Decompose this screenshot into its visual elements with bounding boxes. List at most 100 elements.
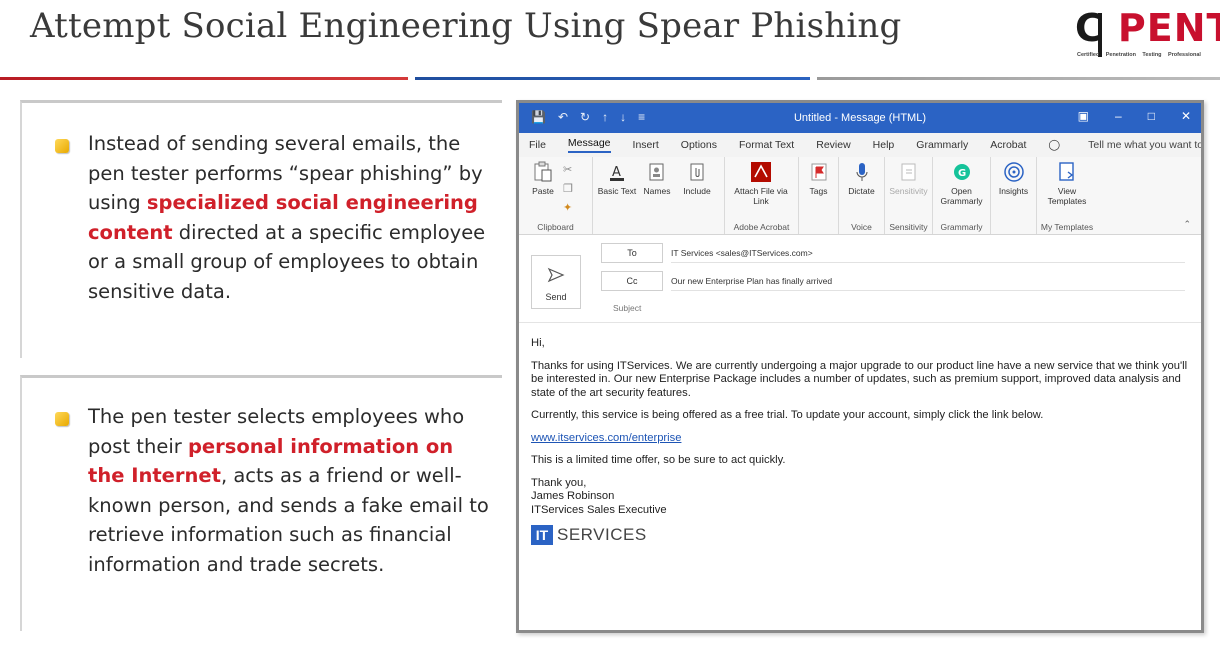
tab-grammarly[interactable]: Grammarly bbox=[916, 139, 968, 151]
paste-icon bbox=[532, 161, 554, 183]
collapse-ribbon-icon[interactable]: ⌃ bbox=[1183, 219, 1191, 230]
paperclip-icon bbox=[686, 161, 708, 183]
to-field[interactable]: IT Services <sales@ITServices.com> bbox=[671, 243, 1185, 263]
ribbon-group-text: A Basic Text Names Include bbox=[593, 157, 725, 234]
bullet-square-icon bbox=[55, 139, 69, 153]
ribbon-group-insights: Insights bbox=[991, 157, 1037, 234]
svg-text:A: A bbox=[612, 165, 621, 180]
signature-name: James Robinson bbox=[531, 490, 615, 502]
font-color-icon: A bbox=[606, 161, 628, 183]
send-label: Send bbox=[545, 292, 567, 302]
logo-sub-word: Professional bbox=[1167, 52, 1201, 58]
close-icon[interactable]: ✕ bbox=[1181, 109, 1191, 123]
attach-file-label: Attach File via Link bbox=[734, 186, 788, 206]
tell-me-search[interactable]: Tell me what you want to bbox=[1088, 139, 1201, 151]
ribbon: Paste ✂ ❐ ✦ Clipboard A Basic Text Names bbox=[519, 157, 1201, 235]
basic-text-button[interactable]: A Basic Text bbox=[597, 161, 637, 234]
lightbulb-icon: ◯ bbox=[1048, 139, 1061, 151]
address-book-icon bbox=[646, 161, 668, 183]
view-templates-label: View Templates bbox=[1047, 186, 1087, 206]
bullet-square-icon bbox=[55, 412, 69, 426]
logo-letters-pent: PENT bbox=[1117, 6, 1220, 50]
insights-label: Insights bbox=[998, 186, 1029, 196]
maximize-icon[interactable]: □ bbox=[1148, 109, 1155, 123]
ribbon-group-my-templates: View Templates My Templates bbox=[1037, 157, 1097, 234]
tags-label: Tags bbox=[809, 186, 828, 196]
open-grammarly-label: Open Grammarly bbox=[940, 186, 983, 206]
tab-file[interactable]: File bbox=[529, 139, 546, 151]
copy-icon[interactable]: ❐ bbox=[563, 182, 573, 195]
bullet-box-2: The pen tester selects employees who pos… bbox=[20, 375, 502, 631]
email-paragraph-3: This is a limited time offer, so be sure… bbox=[531, 454, 786, 466]
ribbon-group-adobe-acrobat: Attach File via Link Adobe Acrobat bbox=[725, 157, 799, 234]
logo-it-box: IT bbox=[531, 525, 553, 545]
grammarly-icon: G bbox=[951, 161, 973, 183]
acrobat-icon bbox=[750, 161, 772, 183]
tab-options[interactable]: Options bbox=[681, 139, 717, 151]
dictate-label: Dictate bbox=[848, 186, 875, 196]
sensitivity-button-label: Sensitivity bbox=[889, 186, 928, 196]
cut-icon[interactable]: ✂ bbox=[563, 163, 573, 176]
email-paragraph-1: Thanks for using ITServices. We are curr… bbox=[531, 359, 1188, 399]
microphone-icon bbox=[851, 161, 873, 183]
ribbon-tabs: File Message Insert Options Format Text … bbox=[519, 133, 1201, 157]
include-button[interactable]: Include bbox=[677, 161, 717, 234]
logo-sub-word: Certified bbox=[1077, 52, 1100, 58]
svg-text:G: G bbox=[958, 168, 966, 179]
itservices-logo: IT SERVICES bbox=[531, 525, 1201, 545]
tab-message[interactable]: Message bbox=[567, 137, 611, 153]
header-rule-gray bbox=[817, 77, 1220, 80]
paste-label: Paste bbox=[532, 186, 554, 196]
header-rule-red bbox=[0, 77, 408, 80]
email-greeting: Hi, bbox=[531, 337, 545, 349]
bullet-box-1: Instead of sending several emails, the p… bbox=[20, 100, 502, 358]
names-button[interactable]: Names bbox=[637, 161, 677, 234]
minimize-icon[interactable]: – bbox=[1115, 109, 1122, 123]
email-body[interactable]: Hi, Thanks for using ITServices. We are … bbox=[519, 323, 1201, 545]
group-label-grammarly: Grammarly bbox=[940, 222, 983, 232]
signature-thanks: Thank you, bbox=[531, 476, 587, 489]
tab-acrobat[interactable]: Acrobat bbox=[990, 139, 1026, 151]
format-painter-icon[interactable]: ✦ bbox=[563, 201, 573, 214]
group-label-sensitivity: Sensitivity bbox=[889, 222, 928, 232]
tab-format-text[interactable]: Format Text bbox=[739, 139, 794, 151]
tab-help[interactable]: Help bbox=[873, 139, 895, 151]
email-signature: Thank you, James Robinson ITServices Sal… bbox=[531, 477, 1201, 518]
flag-icon bbox=[808, 161, 830, 183]
sensitivity-icon bbox=[898, 161, 920, 183]
send-button[interactable]: Send bbox=[531, 255, 581, 309]
group-label-clipboard: Clipboard bbox=[537, 222, 574, 232]
ribbon-group-grammarly: G Open Grammarly Grammarly bbox=[933, 157, 991, 234]
tab-review[interactable]: Review bbox=[816, 139, 850, 151]
cpent-logo: CPENT Certified Penetration Testing Prof… bbox=[1075, 4, 1220, 66]
compose-header: Send To IT Services <sales@ITServices.co… bbox=[519, 235, 1201, 323]
ribbon-display-icon[interactable]: ▣ bbox=[1078, 109, 1089, 123]
window-titlebar: 💾 ↶ ↻ ↑ ↓ ≡ Untitled - Message (HTML) ▣ … bbox=[519, 103, 1201, 133]
insights-button[interactable]: Insights bbox=[995, 161, 1032, 234]
group-label-voice: Voice bbox=[851, 222, 872, 232]
ribbon-group-voice: Dictate Voice bbox=[839, 157, 885, 234]
names-label: Names bbox=[643, 186, 671, 196]
to-button[interactable]: To bbox=[601, 243, 663, 263]
tab-insert[interactable]: Insert bbox=[633, 139, 659, 151]
slide-title: Attempt Social Engineering Using Spear P… bbox=[30, 6, 902, 46]
include-label: Include bbox=[683, 186, 711, 196]
logo-sub-word: Penetration bbox=[1105, 52, 1136, 58]
enterprise-link[interactable]: www.itservices.com/enterprise bbox=[531, 432, 681, 444]
ribbon-group-tags: Tags bbox=[799, 157, 839, 234]
signature-role: ITServices Sales Executive bbox=[531, 503, 667, 516]
bullet-text-2: The pen tester selects employees who pos… bbox=[88, 402, 492, 579]
email-paragraph-2: Currently, this service is being offered… bbox=[531, 409, 1044, 421]
cc-field[interactable]: Our new Enterprise Plan has finally arri… bbox=[671, 271, 1185, 291]
cc-button[interactable]: Cc bbox=[601, 271, 663, 291]
insights-icon bbox=[1003, 161, 1025, 183]
window-controls: ▣ – □ ✕ bbox=[1078, 109, 1191, 123]
bullet-text-1: Instead of sending several emails, the p… bbox=[88, 129, 492, 306]
ribbon-group-sensitivity: Sensitivity Sensitivity bbox=[885, 157, 933, 234]
logo-sub-word: Testing bbox=[1142, 52, 1162, 58]
basic-text-label: Basic Text bbox=[597, 186, 637, 196]
group-label-adobe: Adobe Acrobat bbox=[733, 222, 790, 232]
logo-subtitle: Certified Penetration Testing Profession… bbox=[1077, 52, 1205, 58]
group-label-my-templates: My Templates bbox=[1040, 222, 1094, 232]
tags-button[interactable]: Tags bbox=[803, 161, 834, 234]
